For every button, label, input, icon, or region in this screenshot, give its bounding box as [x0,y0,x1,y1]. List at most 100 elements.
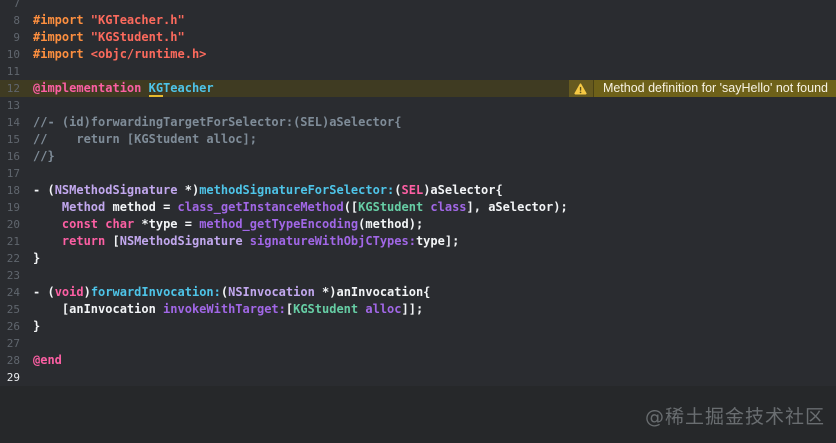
code-line-27[interactable]: 27 [0,335,836,352]
line-number[interactable]: 13 [0,97,20,114]
code-text: #import <objc/runtime.h> [33,46,206,63]
code-text: // return [KGStudent alloc]; [33,131,257,148]
line-number[interactable]: 11 [0,63,20,80]
code-line-9[interactable]: 9 #import "KGStudent.h" [0,29,836,46]
code-line-26[interactable]: 26} [0,318,836,335]
line-number[interactable]: 24 [0,284,20,301]
line-number[interactable]: 20 [0,216,20,233]
line-number[interactable]: 8 [0,12,20,29]
warning-triangle-icon [568,80,594,97]
code-token: - ( [33,285,55,299]
line-number[interactable]: 7 [0,0,20,12]
code-token: #import [33,30,91,44]
code-token: <objc/runtime.h> [90,47,207,61]
code-token: - ( [33,183,55,197]
line-number[interactable]: 23 [0,267,20,284]
code-line-7[interactable]: 7 [0,0,836,12]
code-token: //- (id)forwardingTargetForSelector:(SEL… [33,115,402,129]
code-line-8[interactable]: 8 #import "KGTeacher.h" [0,12,836,29]
code-text: [anInvocation invokeWithTarget:[KGStuden… [33,301,423,318]
code-line-11[interactable]: 11 [0,63,836,80]
code-token: NSMethodSignature [119,234,243,248]
code-text: #import "KGTeacher.h" [33,12,185,29]
code-line-20[interactable]: 20 const char *type = method_getTypeEnco… [0,216,836,233]
line-number[interactable]: 21 [0,233,20,250]
code-line-23[interactable]: 23 [0,267,836,284]
code-line-25[interactable]: 25 [anInvocation invokeWithTarget:[KGStu… [0,301,836,318]
code-token: SEL [401,183,424,197]
line-number[interactable]: 27 [0,335,20,352]
warning-badge[interactable]: Method definition for 'sayHello' not fou… [568,80,836,97]
line-number[interactable]: 10 [0,46,20,63]
code-token: Method [61,200,106,214]
code-token: method_getTypeEncoding [199,217,359,231]
line-number[interactable]: 15 [0,131,20,148]
code-token: KGStudent [358,200,424,214]
code-text: - (void)forwardInvocation:(NSInvocation … [33,284,430,301]
code-token: ( [394,183,402,197]
code-token: )aSelector{ [423,183,503,197]
line-number[interactable]: 26 [0,318,20,335]
code-line-13[interactable]: 13 [0,97,836,114]
code-token: // return [KGStudent alloc]; [33,132,257,146]
code-line-16[interactable]: 16 //} [0,148,836,165]
line-number[interactable]: 14 [0,114,20,131]
line-number[interactable]: 19 [0,199,20,216]
code-line-10[interactable]: 10 #import <objc/runtime.h> [0,46,836,63]
line-number[interactable]: 22 [0,250,20,267]
code-editor: 7 8 #import "KGTeacher.h" 9 #import "KGStude… [0,0,836,443]
code-line-18[interactable]: 18 - (NSMethodSignature *)methodSignature… [0,182,836,199]
code-token: *) [177,183,200,197]
code-text: return [NSMethodSignature signatureWithO… [33,233,459,250]
code-token: *type = [134,217,200,231]
code-lines-container[interactable]: 7 8 #import "KGTeacher.h" 9 #import "KGStude… [0,0,836,386]
code-token: NSInvocation [228,285,315,299]
line-number[interactable]: 9 [0,29,20,46]
code-token: } [33,319,41,333]
code-line-29[interactable]: 29 [0,369,836,386]
code-text: } [33,250,40,267]
code-text: @implementation KGTeacher [33,80,214,97]
code-text: - (NSMethodSignature *)methodSignatureFo… [33,182,503,199]
code-text: //} [33,148,55,165]
code-token: class_getInstanceMethod [177,200,344,214]
code-token: [ [105,234,120,248]
line-number[interactable]: 18 [0,182,20,199]
code-token: return [61,234,106,248]
line-number[interactable]: 17 [0,165,20,182]
code-token: *)anInvocation{ [314,285,431,299]
code-token: type]; [415,234,460,248]
code-token: Teacher [163,81,214,95]
code-token: #import [33,47,91,61]
code-line-22[interactable]: 22} [0,250,836,267]
code-line-21[interactable]: 21 return [NSMethodSignature signatureWi… [0,233,836,250]
line-number[interactable]: 16 [0,148,20,165]
code-token: char [105,217,135,231]
code-token: ]]; [401,302,424,316]
code-token: methodSignatureForSelector: [199,183,395,197]
code-text: @end [33,352,62,369]
code-line-19[interactable]: 19 Method method = class_getInstanceMeth… [0,199,836,216]
code-token: ], aSelector); [466,200,568,214]
code-token: void [54,285,84,299]
code-line-24[interactable]: 24 - (void)forwardInvocation:(NSInvocatio… [0,284,836,301]
line-number[interactable]: 12 [0,80,20,97]
code-line-14[interactable]: 14 //- (id)forwardingTargetForSelector:(S… [0,114,836,131]
code-text: //- (id)forwardingTargetForSelector:(SEL… [33,114,401,131]
code-token: NSMethodSignature [54,183,178,197]
code-line-17[interactable]: 17 [0,165,836,182]
warning-message: Method definition for 'sayHello' not fou… [593,80,836,97]
line-number[interactable]: 29 [0,369,20,386]
code-token: #import [33,13,91,27]
line-number[interactable]: 25 [0,301,20,318]
code-token: [anInvocation [33,302,164,316]
code-text: } [33,318,40,335]
code-line-15[interactable]: 15 // return [KGStudent alloc]; [0,131,836,148]
line-number[interactable]: 28 [0,352,20,369]
code-line-28[interactable]: 28 @end [0,352,836,369]
code-line-12[interactable]: 12 @implementation KGTeacher Method defini… [0,80,836,97]
